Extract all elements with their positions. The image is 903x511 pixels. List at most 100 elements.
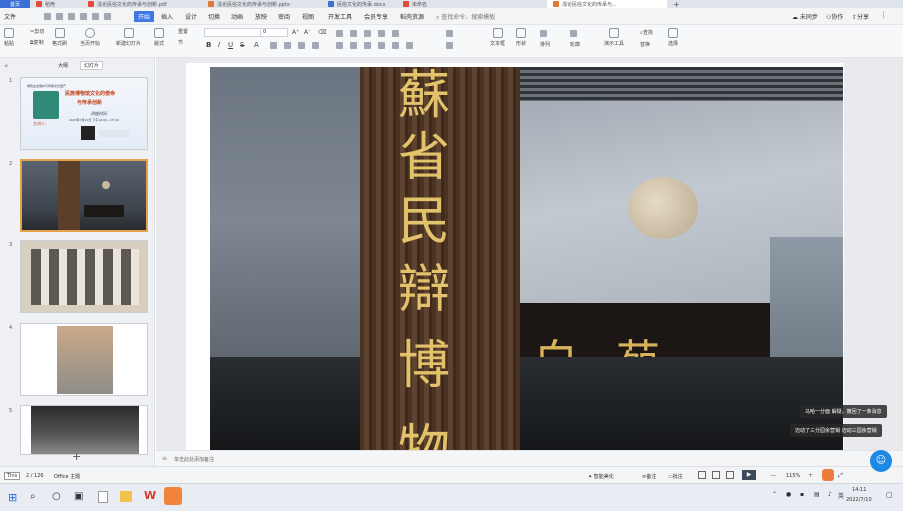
fit-window-icon[interactable]: ⤢ <box>838 472 843 480</box>
fill-icon[interactable] <box>570 30 577 37</box>
ime-indicator[interactable]: 英 <box>838 491 844 500</box>
tab-pptx[interactable]: 浅论民俗文化的传承与创新.pptx <box>202 0 322 8</box>
menu-developer[interactable]: 开发工具 <box>328 12 352 21</box>
menu-insert[interactable]: 插入 <box>161 12 173 21</box>
tab-docx[interactable]: 民俗文化的传承.docx <box>322 0 397 8</box>
wps-icon[interactable]: W <box>144 489 156 502</box>
textbox-button[interactable]: 文本框 <box>490 28 505 47</box>
copy-button[interactable]: ⧉复制 <box>30 39 44 46</box>
replace-button[interactable]: 替换 <box>640 41 650 48</box>
tab-pdf[interactable]: 浅论民俗文化的传承与创新.pdf <box>82 0 202 8</box>
tray-arrow-icon[interactable]: ⌃ <box>772 491 777 498</box>
slide-thumbnail-4[interactable] <box>20 323 148 396</box>
format-painter-button[interactable]: 格式刷 <box>52 28 67 47</box>
tab-untitled[interactable]: 未命名 <box>397 0 477 8</box>
comments-button[interactable]: ▭批注 <box>668 473 683 480</box>
bold-icon[interactable]: B <box>206 41 211 49</box>
current-slide[interactable]: 白 苑 蘇 省 民 辯 博 物 <box>210 67 843 450</box>
play-from-current-button[interactable]: 当页开始 <box>80 28 100 47</box>
cut-button[interactable]: ✂剪切 <box>30 28 44 35</box>
menu-animation[interactable]: 动画 <box>231 12 243 21</box>
undo-icon[interactable] <box>92 13 99 20</box>
font-size-input[interactable]: 0 <box>260 28 288 37</box>
menu-design[interactable]: 设计 <box>185 12 197 21</box>
tab-docer[interactable]: 稻壳 <box>30 0 82 8</box>
volume-icon[interactable]: ♪ <box>828 491 832 498</box>
task-view-icon[interactable]: ▣ <box>74 491 83 502</box>
new-tab-button[interactable]: + <box>667 0 687 8</box>
clear-format-icon[interactable]: ⌫ <box>318 29 326 36</box>
slide-thumbnail-2[interactable] <box>20 159 148 232</box>
collaborate-button[interactable]: ⚇协作 <box>826 12 843 21</box>
search-icon[interactable]: ⌕ <box>30 491 36 502</box>
slide-thumbnail-1[interactable]: 绿色生态保护与传承文化遗产 民族博物馆文化的使命 与传承创新 主讲人： 讲座时间… <box>20 77 148 150</box>
strikethrough-icon[interactable]: S <box>240 41 244 49</box>
menu-home[interactable]: 开始 <box>134 11 155 22</box>
line-spacing-icon[interactable] <box>392 30 399 37</box>
share-button[interactable]: ⇪分享 <box>852 12 869 21</box>
slide-thumbnail-5[interactable] <box>20 405 148 455</box>
distribute-icon[interactable] <box>392 42 399 49</box>
chat-bubble-icon[interactable]: ☺ <box>870 450 892 472</box>
reading-view-icon[interactable] <box>726 471 734 479</box>
text-direction-icon[interactable] <box>406 42 413 49</box>
zoom-level[interactable]: 115% <box>786 473 800 479</box>
menu-docer[interactable]: 稻壳资源 <box>400 12 424 21</box>
tab-active-presentation[interactable]: 浅论民俗文化的传承与... <box>547 0 667 8</box>
normal-view-icon[interactable] <box>698 471 706 479</box>
font-grow-icon[interactable]: A⁺ <box>292 29 299 36</box>
wps-assistant-icon[interactable] <box>822 469 834 481</box>
menu-file[interactable]: 文件 <box>4 12 16 21</box>
app-active-icon[interactable] <box>164 487 182 505</box>
command-search[interactable]: ⌕ 查找命令、搜索模板 <box>436 12 495 22</box>
slide-sorter-icon[interactable] <box>712 471 720 479</box>
layout-button[interactable]: 版式 <box>154 28 164 47</box>
shadow-icon[interactable] <box>298 42 305 49</box>
underline-icon[interactable]: U <box>228 41 233 49</box>
outline-button[interactable]: 轮廓 <box>570 41 580 48</box>
menu-review[interactable]: 审阅 <box>278 12 290 21</box>
notification-center-icon[interactable]: ▢ <box>886 491 893 499</box>
new-slide-button[interactable]: 新建幻灯片 <box>116 28 141 47</box>
subscript-icon[interactable] <box>284 42 291 49</box>
shapes-button[interactable]: 形状 <box>516 28 526 47</box>
align-left-icon[interactable] <box>336 42 343 49</box>
highlight-icon[interactable] <box>312 42 319 49</box>
save-icon[interactable] <box>44 13 51 20</box>
file-explorer-icon[interactable] <box>120 491 132 502</box>
justify-icon[interactable] <box>378 42 385 49</box>
font-shrink-icon[interactable]: A⁻ <box>304 29 311 36</box>
indent-increase-icon[interactable] <box>378 30 385 37</box>
bullets-icon[interactable] <box>336 30 343 37</box>
reset-button[interactable]: 重置 <box>178 28 188 35</box>
preview-icon[interactable] <box>80 13 87 20</box>
section-button[interactable]: 节 <box>178 39 183 46</box>
numbering-icon[interactable] <box>350 30 357 37</box>
menu-transition[interactable]: 切换 <box>208 12 220 21</box>
tab-home[interactable]: 首页 <box>0 0 30 8</box>
chat-notification[interactable]: 马哈一分面 解疑，撤回了一条消息 <box>800 405 887 418</box>
align-right-icon[interactable] <box>364 42 371 49</box>
export-icon[interactable] <box>56 13 63 20</box>
zoom-out-icon[interactable]: — <box>770 472 776 479</box>
align-center-icon[interactable] <box>350 42 357 49</box>
collapse-panel-icon[interactable]: « <box>4 62 8 70</box>
tray-app-icon[interactable]: ▪ <box>800 491 804 498</box>
arrange-button[interactable]: 排列 <box>540 41 550 48</box>
more-icon[interactable]: ⋮ <box>880 11 887 19</box>
indent-decrease-icon[interactable] <box>364 30 371 37</box>
font-color-icon[interactable]: A <box>254 41 259 49</box>
sync-status[interactable]: ☁ 未同步 <box>792 12 818 21</box>
select-button[interactable]: 选择 <box>668 28 678 47</box>
convert-to-smartart-icon[interactable] <box>446 30 453 37</box>
slide-thumbnail-3[interactable] <box>20 240 148 313</box>
print-icon[interactable] <box>68 13 75 20</box>
network-icon[interactable]: ▤ <box>814 491 820 498</box>
tab-slides[interactable]: 幻灯片 <box>80 61 104 70</box>
tray-app-icon[interactable]: ● <box>786 491 791 498</box>
tab-blank[interactable] <box>477 0 547 8</box>
notes-toggle-button[interactable]: ≡备注 <box>642 473 656 480</box>
menu-slideshow[interactable]: 放映 <box>255 12 267 21</box>
add-slide-button[interactable]: + <box>72 450 81 463</box>
file-icon[interactable] <box>98 491 108 503</box>
